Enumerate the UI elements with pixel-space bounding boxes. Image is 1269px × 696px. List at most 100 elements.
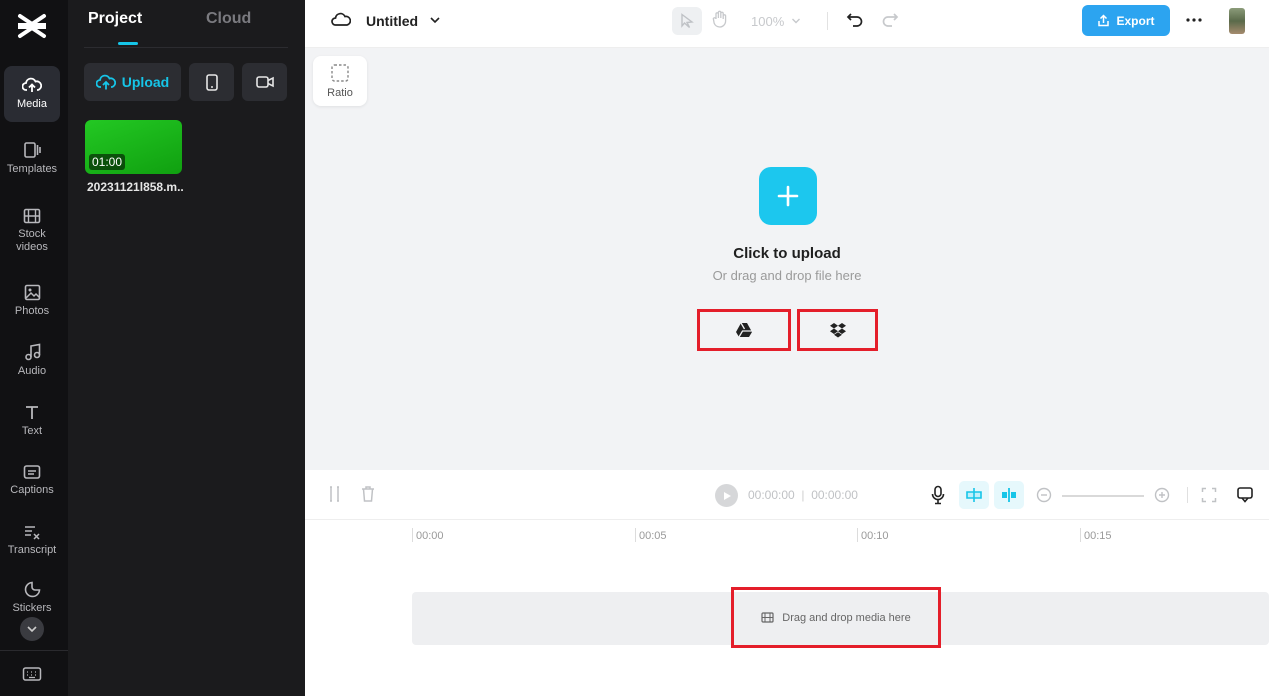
export-icon <box>1098 14 1110 27</box>
nav-label: Text <box>21 424 43 437</box>
microphone-icon[interactable] <box>931 485 945 505</box>
more-options-icon[interactable] <box>1185 10 1203 30</box>
tab-active-indicator <box>118 42 138 45</box>
magnet-toggle[interactable] <box>959 481 989 509</box>
export-label: Export <box>1116 13 1155 28</box>
nav-item-transcript[interactable]: Transcript <box>4 513 60 569</box>
tabs-divider <box>84 47 288 48</box>
drop-media-zone[interactable]: Drag and drop media here <box>731 587 941 648</box>
nav-divider <box>0 650 68 651</box>
drop-hint-label: Drag and drop media here <box>782 611 911 624</box>
nav-item-photos[interactable]: Photos <box>4 273 60 329</box>
dropbox-icon <box>829 323 846 338</box>
phone-icon <box>205 73 218 91</box>
ruler-label: 00:00 <box>416 530 444 542</box>
ratio-button[interactable]: Ratio <box>313 56 367 106</box>
captions-icon <box>23 465 41 480</box>
nav-item-media[interactable]: Media <box>4 66 60 122</box>
nav-item-text[interactable]: Text <box>4 393 60 449</box>
dropbox-button[interactable] <box>797 309 878 351</box>
canvas-area[interactable]: Ratio Click to upload Or drag and drop f… <box>305 48 1269 470</box>
zoom-in-icon[interactable] <box>1154 487 1170 503</box>
fullscreen-icon[interactable] <box>1201 487 1217 503</box>
timeline-zoom-slider[interactable] <box>1062 495 1144 497</box>
nav-label: Stock videos <box>16 227 48 253</box>
hand-tool-icon[interactable] <box>712 10 728 28</box>
text-icon <box>26 406 38 419</box>
video-camera-icon <box>255 76 274 88</box>
plus-icon <box>777 185 799 207</box>
nav-item-stock-videos[interactable]: Stock videos <box>4 200 60 262</box>
timeline-toolbar: 00:00:00 | 00:00:00 <box>305 470 1269 520</box>
ruler-label: 00:10 <box>861 530 889 542</box>
avatar[interactable] <box>1229 8 1245 34</box>
media-filename: 20231121l858.m... <box>87 180 184 194</box>
aspect-ratio-icon <box>331 64 349 82</box>
split-icon[interactable] <box>327 485 341 503</box>
nav-rail: Media Templates Stock videos Photos Audi… <box>0 0 68 696</box>
toolbar-divider <box>827 12 828 30</box>
image-icon <box>24 284 40 301</box>
nav-more-button[interactable] <box>20 617 44 641</box>
top-bar: Untitled 100% Export <box>305 0 1269 48</box>
snap-icon <box>1002 488 1016 502</box>
google-drive-button[interactable] <box>697 309 791 351</box>
select-tool-button[interactable] <box>672 7 702 35</box>
phone-upload-button[interactable] <box>189 63 234 101</box>
capcut-logo[interactable] <box>16 12 48 40</box>
undo-icon[interactable] <box>846 10 864 28</box>
tab-cloud[interactable]: Cloud <box>206 10 251 28</box>
play-button[interactable] <box>715 484 738 507</box>
play-icon <box>723 491 731 500</box>
upload-button[interactable]: Upload <box>84 63 181 101</box>
upload-title[interactable]: Click to upload <box>305 245 1269 262</box>
chevron-down-icon[interactable] <box>791 16 801 26</box>
nav-label: Captions <box>10 484 54 497</box>
cursor-icon <box>681 13 694 29</box>
export-button[interactable]: Export <box>1082 5 1170 36</box>
timecode: 00:00:00 | 00:00:00 <box>748 488 858 502</box>
film-icon <box>761 612 774 623</box>
cloud-sync-icon[interactable] <box>331 12 351 28</box>
snap-toggle[interactable] <box>994 481 1024 509</box>
total-time: 00:00:00 <box>811 488 858 502</box>
nav-item-stickers[interactable]: Stickers <box>4 573 60 623</box>
cloud-upload-icon <box>95 74 116 89</box>
timeline[interactable]: 00:00 00:05 00:10 00:15 Drag and drop me… <box>305 520 1269 696</box>
nav-label: Transcript <box>7 544 57 557</box>
chevron-down-icon[interactable] <box>429 14 441 26</box>
nav-item-captions[interactable]: Captions <box>4 453 60 509</box>
sticker-icon <box>24 581 40 598</box>
google-drive-icon <box>736 322 752 338</box>
ruler-tick <box>635 528 636 542</box>
ruler-tick <box>857 528 858 542</box>
zoom-level[interactable]: 100% <box>751 14 784 29</box>
trash-icon[interactable] <box>360 485 376 503</box>
project-title[interactable]: Untitled <box>366 13 418 29</box>
current-time: 00:00:00 <box>748 488 795 502</box>
redo-icon[interactable] <box>881 10 899 28</box>
record-button[interactable] <box>242 63 287 101</box>
keyboard-icon[interactable] <box>22 666 42 682</box>
nav-label: Templates <box>6 163 58 176</box>
nav-item-templates[interactable]: Templates <box>4 131 60 187</box>
ruler-tick <box>1080 528 1081 542</box>
nav-item-audio[interactable]: Audio <box>4 333 60 389</box>
toolbar-divider <box>1187 487 1188 503</box>
nav-label: Photos <box>14 304 50 317</box>
zoom-out-icon[interactable] <box>1036 487 1052 503</box>
nav-label: Stickers <box>12 601 52 614</box>
chevron-down-icon <box>27 625 37 632</box>
tab-project[interactable]: Project <box>88 10 142 28</box>
cloud-upload-icon <box>22 78 42 93</box>
upload-label: Upload <box>121 74 170 90</box>
media-thumbnail[interactable]: 01:00 <box>85 120 182 174</box>
upload-subtitle: Or drag and drop file here <box>712 268 862 283</box>
transcript-icon <box>25 526 40 540</box>
ruler-label: 00:15 <box>1084 530 1112 542</box>
media-panel: Project Cloud Upload 01:00 20231121l858.… <box>68 0 305 696</box>
feedback-icon[interactable] <box>1236 486 1254 504</box>
add-media-button[interactable] <box>759 167 817 225</box>
music-note-icon <box>24 343 40 361</box>
ratio-label: Ratio <box>327 87 353 99</box>
